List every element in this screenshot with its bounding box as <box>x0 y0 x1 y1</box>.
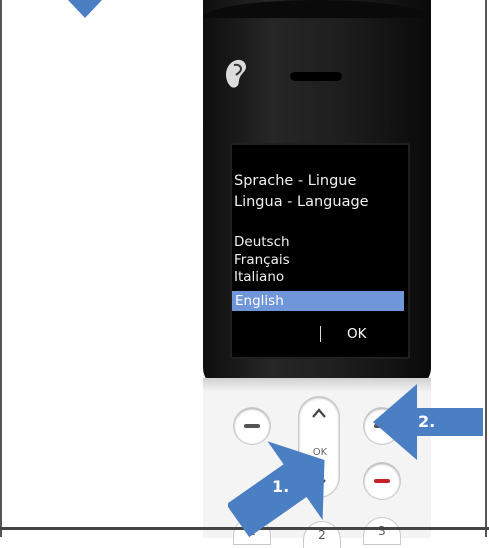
frame-right-border <box>485 0 487 537</box>
callout-step-1-label: 1. <box>272 477 290 496</box>
screen-title-line1: Sprache - Lingue <box>234 173 357 189</box>
arrow-up-icon[interactable] <box>311 407 327 419</box>
language-option-francais[interactable]: Français <box>234 251 290 269</box>
dash-icon <box>244 424 260 428</box>
language-option-italiano[interactable]: Italiano <box>234 268 284 286</box>
callout-arrow-icon <box>68 0 102 18</box>
end-call-button[interactable] <box>364 463 400 499</box>
screen-title-line2: Lingua - Language <box>234 194 369 210</box>
softkey-ok-label: OK <box>347 326 367 342</box>
end-call-icon <box>374 479 390 483</box>
frame-left-border <box>0 0 2 537</box>
callout-step-2-label: 2. <box>418 412 436 431</box>
language-option-deutsch[interactable]: Deutsch <box>234 233 290 251</box>
earpiece <box>290 72 342 81</box>
softkey-separator <box>320 326 321 342</box>
language-option-english-selected[interactable]: English <box>232 291 404 311</box>
logo-icon <box>226 59 246 88</box>
